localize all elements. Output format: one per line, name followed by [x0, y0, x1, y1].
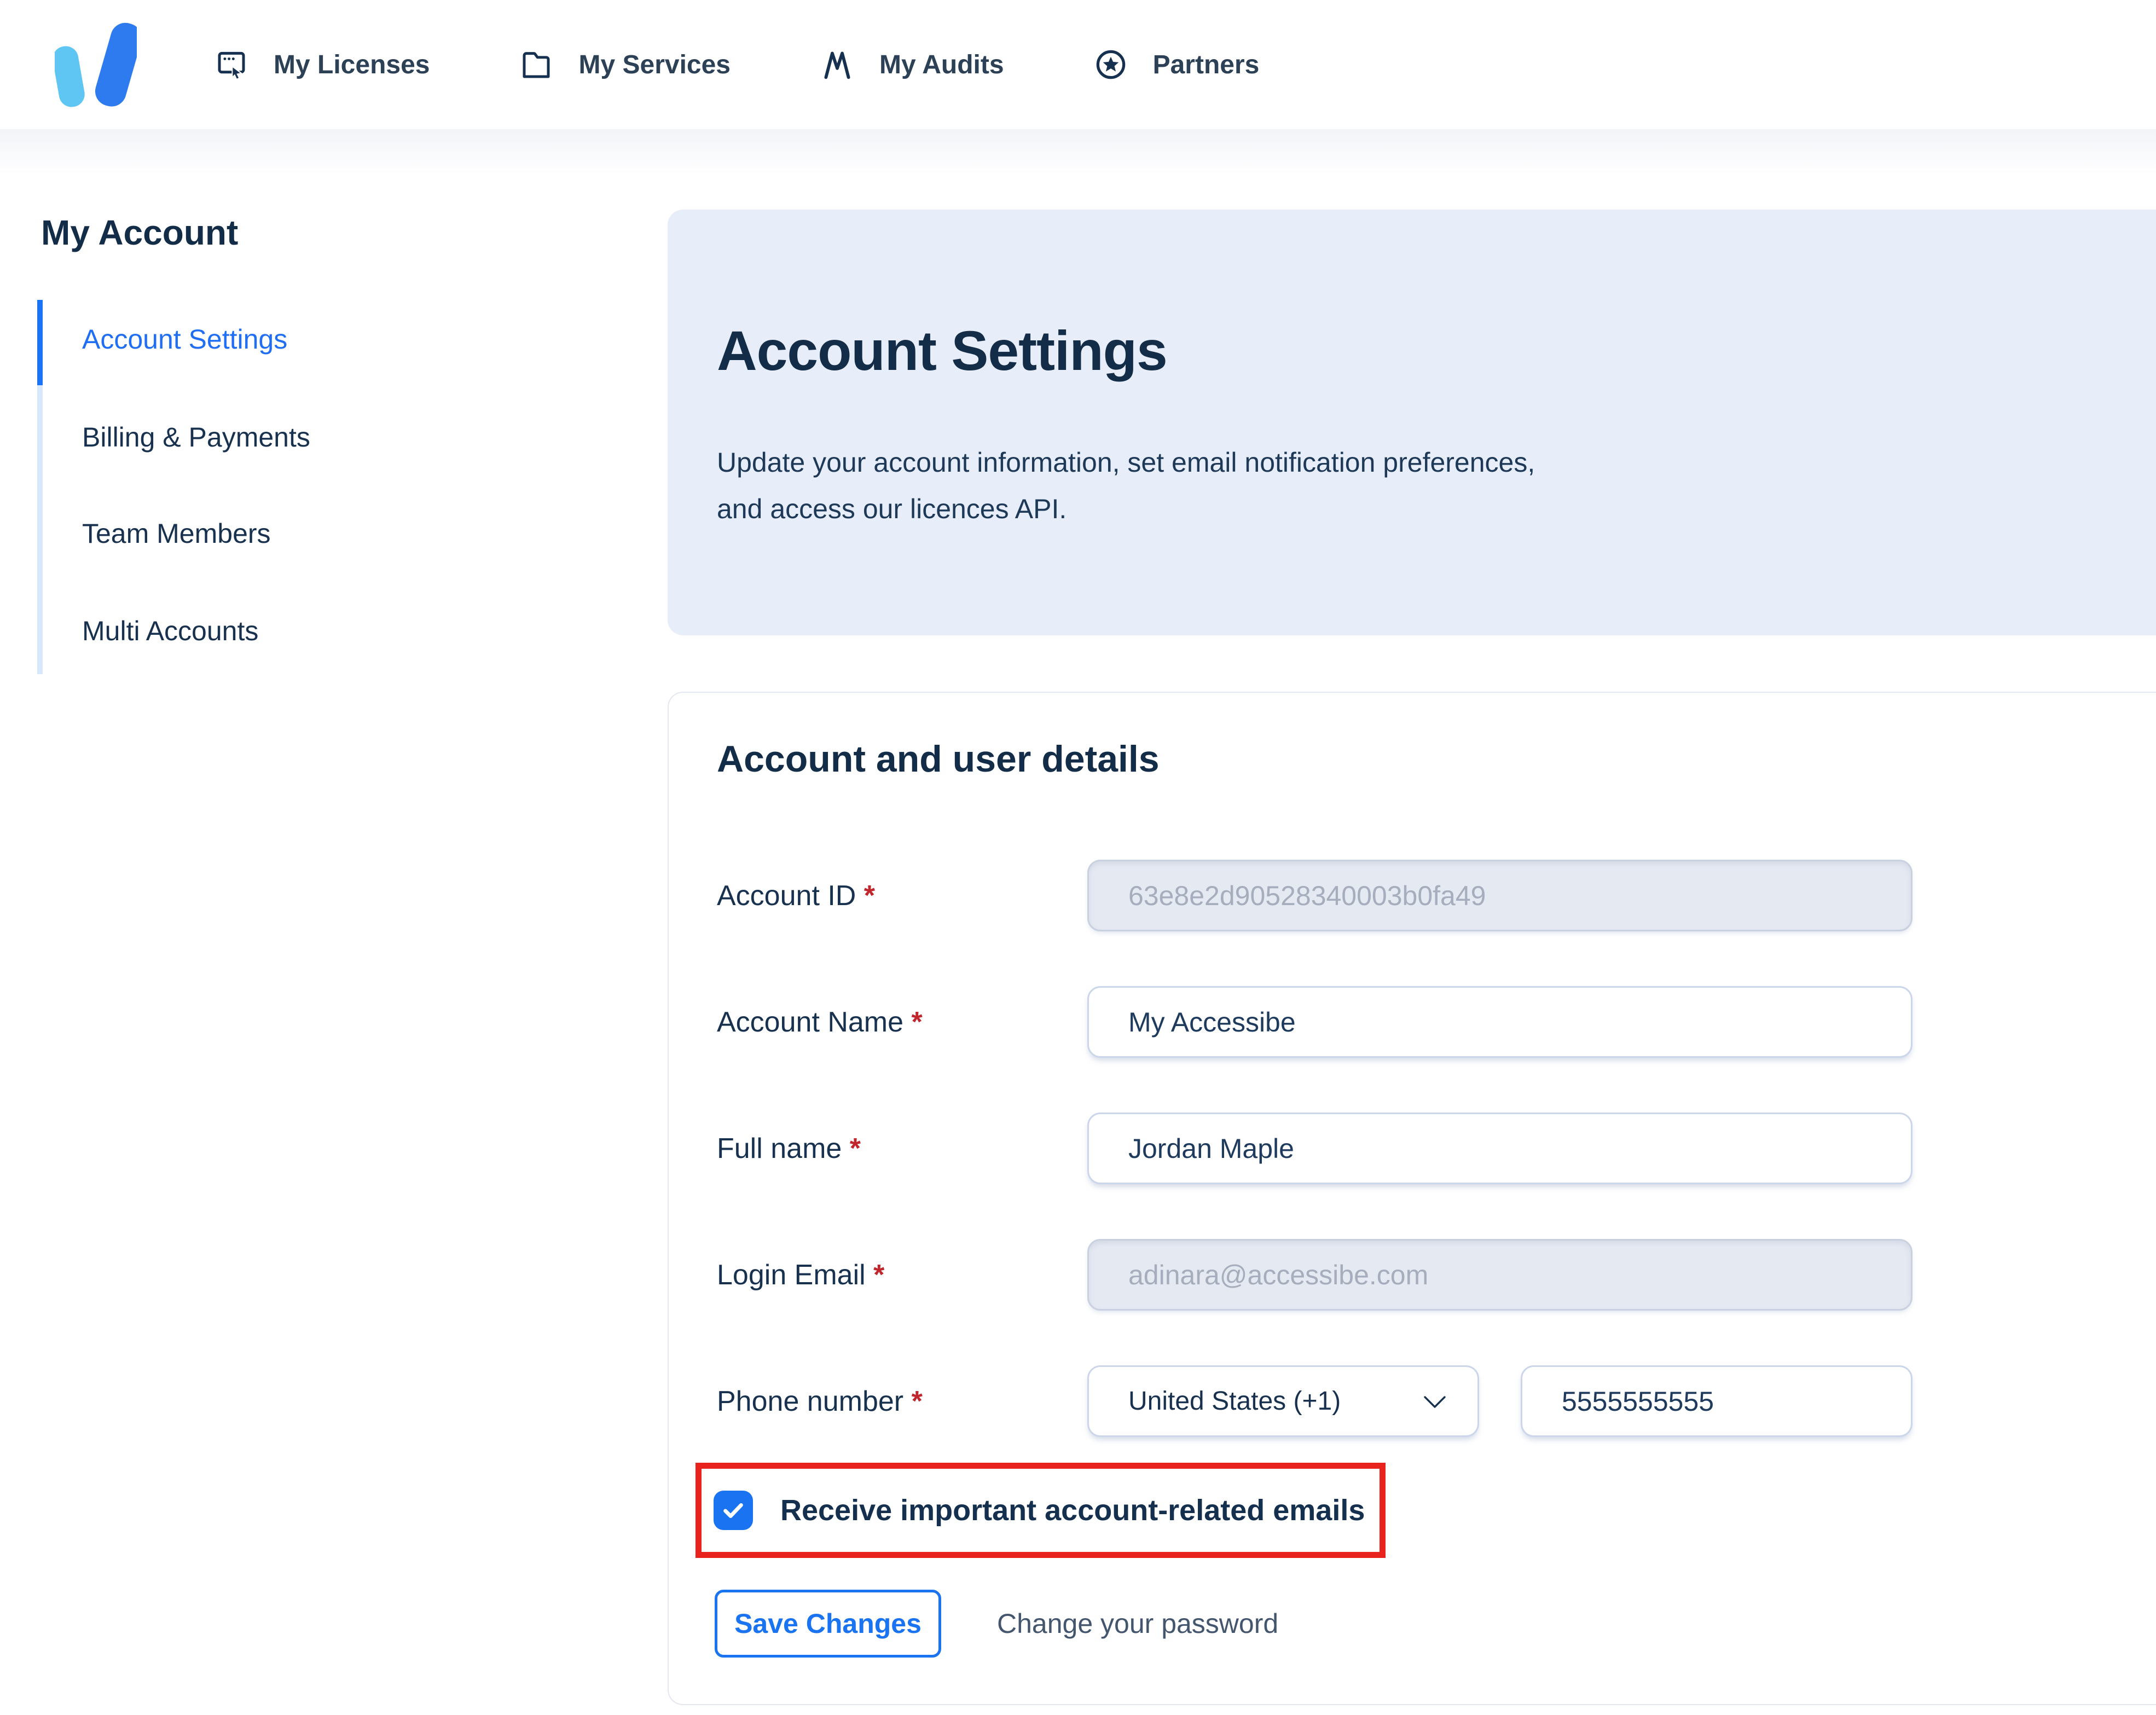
nav-item-my-audits[interactable]: My Audits [819, 47, 1004, 83]
account-name-input[interactable] [1087, 986, 1912, 1058]
section-title: Account and user details [717, 738, 1160, 780]
required-asterisk: * [911, 1385, 923, 1417]
phone-number-input[interactable] [1521, 1365, 1912, 1437]
account-name-label: Account Name * [717, 1006, 923, 1038]
account-id-input[interactable] [1087, 860, 1912, 931]
account-name-row: Account Name * [717, 986, 1912, 1058]
country-select[interactable]: United States (+1) [1087, 1365, 1479, 1437]
nav-item-partners[interactable]: Partners [1093, 47, 1260, 83]
top-navigation-bar: My Licenses My Services My Audits Partne… [0, 0, 2156, 129]
accessibe-logo[interactable] [55, 21, 137, 108]
required-asterisk: * [911, 1006, 923, 1038]
audits-icon [824, 51, 850, 79]
login-email-input[interactable] [1087, 1239, 1912, 1311]
save-changes-button[interactable]: Save Changes [715, 1590, 941, 1658]
required-asterisk: * [849, 1132, 861, 1164]
page-title: Account Settings [717, 320, 1168, 382]
nav-bottom-shading [0, 129, 2156, 175]
sidebar-item-multi-accounts[interactable]: Multi Accounts [82, 612, 258, 650]
form-actions: Save Changes Change your password [715, 1590, 1278, 1658]
full-name-input[interactable] [1087, 1113, 1912, 1184]
sidebar-item-account-settings[interactable]: Account Settings [82, 320, 287, 358]
full-name-row: Full name * [717, 1113, 1912, 1184]
account-id-row: Account ID * [717, 860, 1912, 931]
partners-icon [1096, 50, 1125, 79]
nav-items: My Licenses My Services My Audits Partne… [213, 0, 1259, 129]
sidebar-title: My Account [41, 213, 239, 252]
account-details-card: Account and user details Account ID * Ac… [668, 692, 2156, 1705]
chevron-down-icon [1424, 1395, 1446, 1408]
account-emails-checkbox[interactable] [714, 1491, 753, 1530]
nav-item-my-services[interactable]: My Services [518, 47, 731, 83]
sidebar-item-team-members[interactable]: Team Members [82, 514, 271, 553]
login-email-row: Login Email * [717, 1239, 1912, 1311]
nav-label: My Licenses [274, 50, 430, 79]
nav-label: Partners [1152, 50, 1260, 79]
page-description: Update your account information, set ema… [717, 447, 1535, 524]
licenses-icon [218, 51, 245, 80]
sidebar-item-billing-payments[interactable]: Billing & Payments [82, 418, 310, 456]
full-name-label: Full name * [717, 1132, 861, 1164]
sidebar-rail [37, 300, 43, 674]
checkmark-icon [723, 1503, 743, 1518]
nav-label: My Audits [879, 50, 1004, 79]
services-icon [523, 52, 550, 78]
required-asterisk: * [863, 879, 876, 912]
country-select-value: United States (+1) [1128, 1387, 1341, 1416]
sidebar-active-indicator [37, 300, 43, 385]
nav-item-my-licenses[interactable]: My Licenses [213, 47, 430, 83]
phone-number-row: Phone number * United States (+1) [717, 1365, 1912, 1437]
phone-number-label: Phone number * [717, 1385, 923, 1417]
login-email-label: Login Email * [717, 1259, 885, 1291]
account-id-label: Account ID * [717, 879, 876, 912]
page-header-card: Account Settings Update your account inf… [668, 210, 2156, 635]
highlight-annotation-box: Receive important account-related emails [696, 1463, 1386, 1558]
account-emails-checkbox-label: Receive important account-related emails [780, 1494, 1365, 1527]
required-asterisk: * [873, 1259, 885, 1291]
change-password-link[interactable]: Change your password [997, 1608, 1278, 1639]
nav-label: My Services [578, 50, 731, 79]
